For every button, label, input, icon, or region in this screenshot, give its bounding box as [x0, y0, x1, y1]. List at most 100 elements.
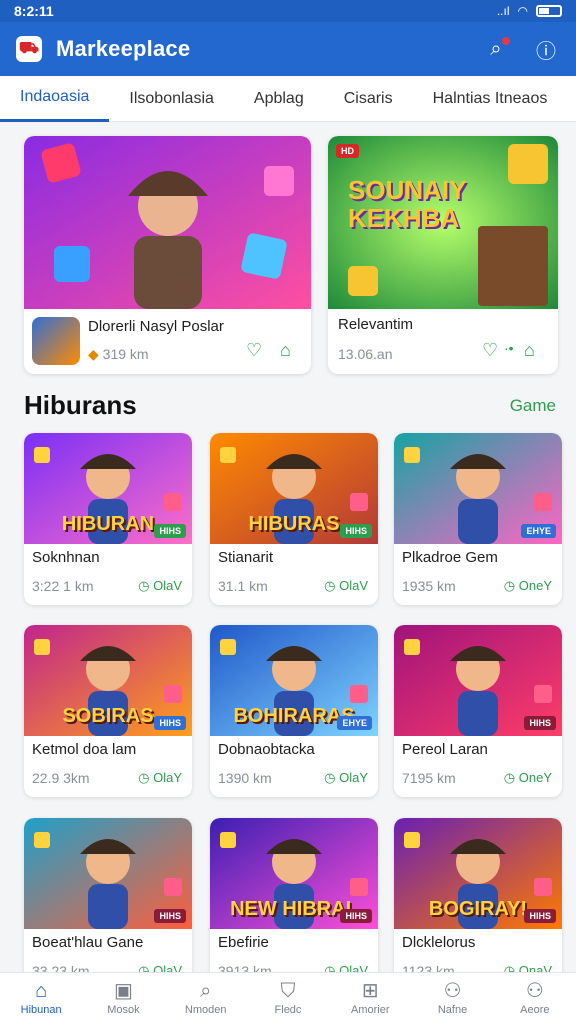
game-badge: HIHS [524, 716, 556, 730]
favorite-icon[interactable]: ♡ [482, 340, 498, 361]
nav-item-profile[interactable]: ⚇ Nafne [411, 973, 493, 1024]
card-title: Stianarit [218, 549, 274, 566]
card-title: Plkadroe Gem [402, 549, 498, 566]
battery-icon [536, 5, 562, 17]
tab-apblag[interactable]: Apblag [234, 76, 324, 122]
game-image: HIHS [394, 625, 562, 736]
clock-icon: ◷ [138, 770, 150, 785]
game-image: BOGIRAY! HIHS [394, 818, 562, 929]
card-distance: ◆ 319 km [88, 346, 149, 362]
card-status[interactable]: ◷ OlaY [138, 770, 182, 786]
game-card[interactable]: NEW HIBRAL HIHS Ebefirie 3913 km ◷ OlaV [210, 818, 378, 982]
card-title: Dlorerli Nasyl Poslar [88, 318, 224, 335]
info-button[interactable]: ⓘ [532, 35, 560, 63]
nav-item-search[interactable]: ⌕ Nmoden [165, 973, 247, 1024]
clock-icon: ◷ [324, 770, 336, 785]
nav-item-home[interactable]: ⌂ Hibunan [0, 973, 82, 1024]
bottom-nav: ⌂ Hibunan ▣ Mosok ⌕ Nmoden ⛉ Fledc ⊞ Amorier ⚇ Nafn… [0, 972, 576, 1024]
game-card[interactable]: BOGIRAY! HIHS Dlcklelorus 1123 km ◷ OnaV [394, 818, 562, 982]
card-distance: 3:22 1 km [32, 578, 94, 594]
nav-item-gallery[interactable]: ▣ Mosok [82, 973, 164, 1024]
nav-label: Mosok [107, 1004, 140, 1016]
card-title: Dlcklelorus [402, 934, 476, 951]
page-title: Markeeplace [56, 36, 191, 61]
nav-label: Fledc [274, 1004, 302, 1016]
game-image: HIHS [24, 818, 192, 929]
status-bar: 8:2:11 ..ıl ◠ [0, 0, 576, 22]
nav-item-user[interactable]: ⚇ Aeore [494, 973, 576, 1024]
featured-image [24, 136, 311, 309]
home-icon: ⌂ [35, 980, 48, 1002]
card-distance: 13.06.an [338, 346, 393, 362]
game-badge: HIHS [340, 524, 372, 538]
game-card[interactable]: HIHS Boeat'hlau Gane 33.23 km ◷ OlaV [24, 818, 192, 982]
location-icon: ◆ [88, 346, 99, 362]
game-badge: HIHS [340, 909, 372, 923]
clock-icon: ◷ [138, 578, 150, 593]
profile-icon: ⚇ [443, 980, 462, 1002]
nav-label: Aeore [520, 1004, 550, 1016]
gift-icon: ⛉ [280, 980, 296, 1002]
bookmark-icon[interactable]: ⌂ [280, 340, 291, 361]
card-status[interactable]: ◷ OneY [504, 578, 552, 594]
card-status[interactable]: ◷ OneY [504, 770, 552, 786]
game-card[interactable]: EHYE Plkadroe Gem 1935 km ◷ OneY [394, 433, 562, 605]
card-title: Pereol Laran [402, 741, 488, 758]
category-tabs: Indaoasia Ilsobonlasia Apblag Cisaris Ha… [0, 76, 576, 122]
game-badge: EHYE [337, 716, 372, 730]
more-icon[interactable]: ·• [504, 340, 514, 356]
card-distance: 1390 km [218, 770, 272, 786]
card-title: Soknhnan [32, 549, 100, 566]
card-status[interactable]: ◷ OlaV [324, 578, 368, 594]
tab-indaoasia[interactable]: Indaoasia [0, 76, 110, 122]
tab-ilsobonlasia[interactable]: Ilsobonlasia [109, 76, 234, 122]
section-link[interactable]: Game [510, 396, 556, 416]
game-card[interactable]: HIBURAS HIHS Stianarit 31.1 km ◷ OlaV [210, 433, 378, 605]
card-status[interactable]: ◷ OlaV [138, 578, 182, 594]
favorite-icon[interactable]: ♡ [246, 340, 262, 361]
card-distance: 1935 km [402, 578, 456, 594]
card-title: Boeat'hlau Gane [32, 934, 144, 951]
nav-item-photo[interactable]: ⊞ Amorier [329, 973, 411, 1024]
game-badge: HD [336, 144, 359, 158]
featured-art-text: SOUNAIY KEKHBA [348, 175, 466, 233]
featured-card[interactable]: Dlorerli Nasyl Poslar ◆ 319 km ♡ ⌂ [24, 136, 311, 374]
clock-icon: ◷ [503, 770, 516, 785]
clock-icon: ◷ [324, 578, 336, 593]
tab-cisaris[interactable]: Cisaris [324, 76, 413, 122]
featured-card[interactable]: SOUNAIY KEKHBA HD Relevantim 13.06.an ♡ … [328, 136, 558, 374]
card-title: Ketmol doa lam [32, 741, 137, 758]
game-badge: EHYE [521, 524, 556, 538]
photo-icon: ⊞ [361, 980, 379, 1002]
nav-label: Hibunan [20, 1004, 62, 1016]
app-bar: ⛟ Markeeplace ⌕ ⓘ [0, 22, 576, 76]
seller-avatar [32, 317, 80, 365]
game-card[interactable]: BOHIRARAS EHYE Dobnaobtacka 1390 km ◷ OlaY [210, 625, 378, 797]
card-distance: 31.1 km [218, 578, 268, 594]
search-button[interactable]: ⌕ [482, 35, 512, 63]
wifi-icon: ◠ [517, 4, 528, 18]
game-art-image [24, 136, 311, 309]
game-badge: HIHS [154, 909, 186, 923]
status-time: 8:2:11 [14, 3, 54, 19]
card-status[interactable]: ◷ OlaY [324, 770, 368, 786]
gallery-icon: ▣ [113, 980, 133, 1002]
card-title: Dobnaobtacka [218, 741, 315, 758]
game-card[interactable]: HIBURAN HIHS Soknhnan 3:22 1 km ◷ OlaV [24, 433, 192, 605]
tab-halntias[interactable]: Halntias Itneaos [413, 76, 568, 122]
user-icon: ⚇ [525, 980, 544, 1002]
game-badge: HIHS [524, 909, 556, 923]
signal-icon: ..ıl [496, 4, 510, 18]
card-distance: 7195 km [402, 770, 456, 786]
nav-label: Amorier [351, 1004, 390, 1016]
game-card[interactable]: HIHS Pereol Laran 7195 km ◷ OneY [394, 625, 562, 797]
game-card[interactable]: SOBIRAS HIHS Ketmol doa lam 22.9 3km ◷ OlaY [24, 625, 192, 797]
nav-item-gift[interactable]: ⛉ Fledc [247, 973, 329, 1024]
game-image: SOBIRAS HIHS [24, 625, 192, 736]
game-image: NEW HIBRAL HIHS [210, 818, 378, 929]
card-title: Ebefirie [218, 934, 269, 951]
game-image: HIBURAS HIHS [210, 433, 378, 544]
card-title: Relevantim [338, 316, 414, 333]
game-image: EHYE [394, 433, 562, 544]
bookmark-icon[interactable]: ⌂ [524, 340, 535, 361]
